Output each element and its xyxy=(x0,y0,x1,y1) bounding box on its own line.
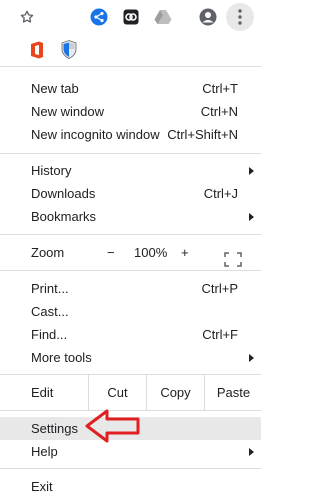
edit-label: Edit xyxy=(31,385,54,400)
zoom-out-button[interactable]: − xyxy=(107,235,115,270)
submenu-arrow-icon xyxy=(249,448,254,456)
menu-item-label: Bookmarks xyxy=(31,209,97,224)
link-extension-icon[interactable] xyxy=(122,8,140,26)
menu-item-history[interactable]: History xyxy=(0,159,261,182)
menu-item-new-tab[interactable]: New tab Ctrl+T xyxy=(0,77,261,100)
drive-extension-icon[interactable] xyxy=(154,8,172,26)
menu-item-more-tools[interactable]: More tools xyxy=(0,346,261,369)
pinned-extensions-row xyxy=(0,36,261,66)
menu-item-label: Help xyxy=(31,444,58,459)
menu-item-label: New incognito window xyxy=(31,127,160,142)
menu-item-new-window[interactable]: New window Ctrl+N xyxy=(0,100,261,123)
menu-item-exit[interactable]: Exit xyxy=(0,475,261,498)
submenu-arrow-icon xyxy=(249,167,254,175)
menu-item-bookmarks[interactable]: Bookmarks xyxy=(0,205,261,228)
vertical-dots-icon[interactable] xyxy=(226,3,254,31)
menu-item-label: More tools xyxy=(31,350,92,365)
menu-item-label: Downloads xyxy=(31,186,96,201)
fullscreen-icon[interactable] xyxy=(224,245,242,267)
menu-edit-row: Edit Cut Copy Paste xyxy=(0,375,262,410)
menu-item-downloads[interactable]: Downloads Ctrl+J xyxy=(0,182,261,205)
zoom-in-button[interactable]: + xyxy=(181,235,189,270)
submenu-arrow-icon xyxy=(249,213,254,221)
menu-item-shortcut: Ctrl+T xyxy=(202,81,238,96)
menu-item-find[interactable]: Find... Ctrl+F xyxy=(0,323,261,346)
menu-item-shortcut: Ctrl+P xyxy=(201,281,238,296)
star-outline-icon[interactable] xyxy=(18,8,36,26)
zoom-level: 100% xyxy=(134,245,168,260)
menu-item-shortcut: Ctrl+Shift+N xyxy=(167,127,238,142)
menu-item-label: Find... xyxy=(31,327,68,342)
menu-item-label: History xyxy=(31,163,72,178)
menu-item-label: New window xyxy=(31,104,104,119)
paste-button[interactable]: Paste xyxy=(204,375,262,410)
browser-toolbar xyxy=(0,0,261,36)
submenu-arrow-icon xyxy=(249,354,254,362)
zoom-label: Zoom xyxy=(31,245,65,260)
menu-zoom-row: Zoom − 100% + xyxy=(0,235,261,270)
cut-button[interactable]: Cut xyxy=(88,375,146,410)
menu-item-label: Cast... xyxy=(31,304,69,319)
menu-item-shortcut: Ctrl+J xyxy=(203,186,238,201)
menu-item-shortcut: Ctrl+N xyxy=(200,104,238,119)
account-circle-icon[interactable] xyxy=(199,8,217,26)
shield-extension-icon[interactable] xyxy=(61,40,77,64)
menu-item-label: New tab xyxy=(31,81,79,96)
menu-item-label: Exit xyxy=(31,479,53,494)
menu-item-print[interactable]: Print... Ctrl+P xyxy=(0,277,261,300)
red-arrow-icon xyxy=(85,408,141,449)
menu-item-label: Settings xyxy=(31,421,78,436)
menu-item-cast[interactable]: Cast... xyxy=(0,300,261,323)
copy-button[interactable]: Copy xyxy=(146,375,204,410)
menu-item-new-incognito-window[interactable]: New incognito window Ctrl+Shift+N xyxy=(0,123,261,146)
menu-item-label: Print... xyxy=(31,281,69,296)
menu-item-shortcut: Ctrl+F xyxy=(202,327,238,342)
share-extension-icon[interactable] xyxy=(90,8,108,26)
office-extension-icon[interactable] xyxy=(29,41,45,64)
